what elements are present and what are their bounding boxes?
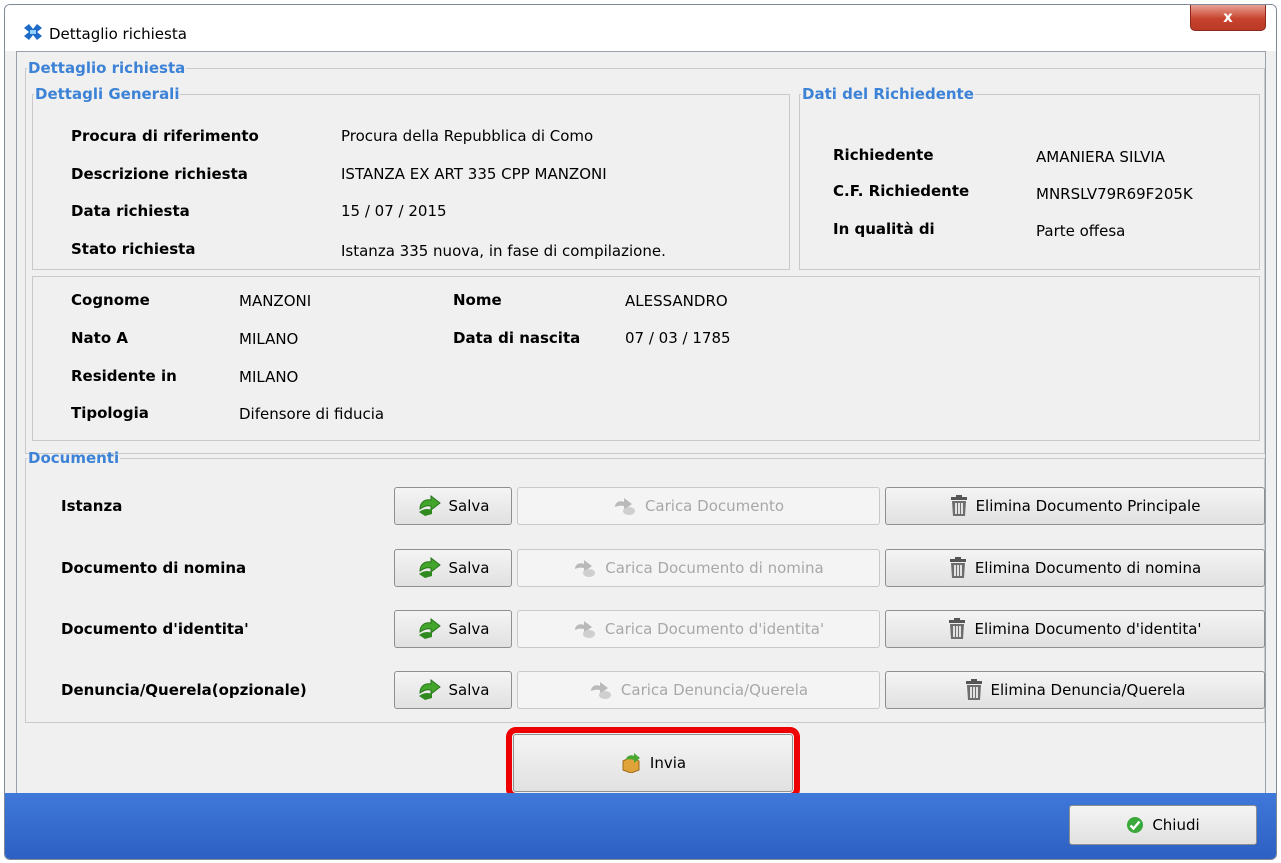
documents-legend: Documenti xyxy=(28,449,120,467)
general-details-legend: Dettagli Generali xyxy=(35,85,180,103)
save-label: Salva xyxy=(448,620,490,638)
trash-icon xyxy=(950,495,968,517)
green-check-icon xyxy=(1126,816,1144,834)
save-button-identita[interactable]: Salva xyxy=(394,610,512,648)
cf-value: MNRSLV79R69F205K xyxy=(1036,185,1193,203)
qualita-label: In qualità di xyxy=(833,220,935,238)
delete-label: Elimina Denuncia/Querela xyxy=(990,681,1186,699)
delete-label: Elimina Documento Principale xyxy=(975,497,1201,515)
nato-label: Nato A xyxy=(71,329,128,347)
nato-value: MILANO xyxy=(239,330,299,348)
save-button-istanza[interactable]: Salva xyxy=(394,487,512,525)
load-button-nomina[interactable]: Carica Documento di nomina xyxy=(517,549,880,587)
save-arrow-icon xyxy=(417,495,441,517)
tipologia-label: Tipologia xyxy=(71,404,149,422)
load-button-istanza[interactable]: Carica Documento xyxy=(517,487,880,525)
residente-value: MILANO xyxy=(239,368,299,386)
window-title: Dettaglio richiesta xyxy=(49,25,187,43)
residente-label: Residente in xyxy=(71,367,177,385)
requester-legend: Dati del Richiedente xyxy=(802,85,974,103)
save-arrow-icon xyxy=(417,618,441,640)
richiedente-value: AMANIERA SILVIA xyxy=(1036,148,1166,166)
data-richiesta-value: 15 / 07 / 2015 xyxy=(341,202,447,220)
descrizione-label: Descrizione richiesta xyxy=(71,165,248,183)
request-detail-legend: Dettaglio richiesta xyxy=(28,59,186,77)
send-highlight-box xyxy=(506,727,800,799)
upload-icon xyxy=(573,619,597,639)
doc-label-denuncia: Denuncia/Querela(opzionale) xyxy=(61,681,307,699)
data-richiesta-label: Data richiesta xyxy=(71,202,190,220)
save-button-nomina[interactable]: Salva xyxy=(394,549,512,587)
load-button-denuncia[interactable]: Carica Denuncia/Querela xyxy=(517,671,880,709)
load-label: Carica Documento di nomina xyxy=(605,559,824,577)
qualita-value: Parte offesa xyxy=(1036,222,1126,240)
doc-label-nomina: Documento di nomina xyxy=(61,559,247,577)
dialog-window: Dettaglio richiesta x Dettaglio richiest… xyxy=(4,4,1277,860)
delete-button-nomina[interactable]: Elimina Documento di nomina xyxy=(885,549,1265,587)
delete-button-denuncia[interactable]: Elimina Denuncia/Querela xyxy=(885,671,1265,709)
nascita-value: 07 / 03 / 1785 xyxy=(625,329,731,347)
delete-button-istanza[interactable]: Elimina Documento Principale xyxy=(885,487,1265,525)
close-button[interactable]: Chiudi xyxy=(1069,805,1257,845)
load-label: Carica Denuncia/Querela xyxy=(620,681,809,699)
load-label: Carica Documento xyxy=(644,497,785,515)
delete-label: Elimina Documento d'identita' xyxy=(974,620,1202,638)
cognome-value: MANZONI xyxy=(239,292,312,310)
nome-label: Nome xyxy=(453,291,502,309)
trash-icon xyxy=(949,557,967,579)
nome-value: ALESSANDRO xyxy=(625,292,728,310)
cognome-label: Cognome xyxy=(71,291,150,309)
delete-label: Elimina Documento di nomina xyxy=(974,559,1202,577)
upload-icon xyxy=(573,558,597,578)
nascita-label: Data di nascita xyxy=(453,329,581,347)
save-label: Salva xyxy=(448,681,490,699)
procura-value: Procura della Repubblica di Como xyxy=(341,127,594,145)
upload-icon xyxy=(613,496,637,516)
doc-label-identita: Documento d'identita' xyxy=(61,620,249,638)
descrizione-value: ISTANZA EX ART 335 CPP MANZONI xyxy=(341,165,607,183)
window-close-button[interactable]: x xyxy=(1190,5,1266,31)
save-button-denuncia[interactable]: Salva xyxy=(394,671,512,709)
save-arrow-icon xyxy=(417,679,441,701)
title-bar: Dettaglio richiesta x xyxy=(5,5,1276,51)
cf-label: C.F. Richiedente xyxy=(833,182,970,200)
close-icon: x xyxy=(1223,8,1233,26)
richiedente-label: Richiedente xyxy=(833,146,934,164)
procura-label: Procura di riferimento xyxy=(71,127,259,145)
trash-icon xyxy=(948,618,966,640)
save-label: Salva xyxy=(448,497,490,515)
load-button-identita[interactable]: Carica Documento d'identita' xyxy=(517,610,880,648)
trash-icon xyxy=(965,679,983,701)
doc-label-istanza: Istanza xyxy=(61,497,123,515)
stato-value: Istanza 335 nuova, in fase di compilazio… xyxy=(341,242,666,260)
bottom-bar: Chiudi xyxy=(5,793,1276,859)
stato-label: Stato richiesta xyxy=(71,240,196,258)
delete-button-identita[interactable]: Elimina Documento d'identita' xyxy=(885,610,1265,648)
requester-group: Dati del Richiedente xyxy=(799,87,1260,270)
upload-icon xyxy=(589,680,613,700)
close-label: Chiudi xyxy=(1152,816,1200,834)
tipologia-value: Difensore di fiducia xyxy=(239,405,385,423)
load-label: Carica Documento d'identita' xyxy=(604,620,825,638)
save-arrow-icon xyxy=(417,557,441,579)
save-label: Salva xyxy=(448,559,490,577)
app-logo-icon xyxy=(23,23,43,41)
